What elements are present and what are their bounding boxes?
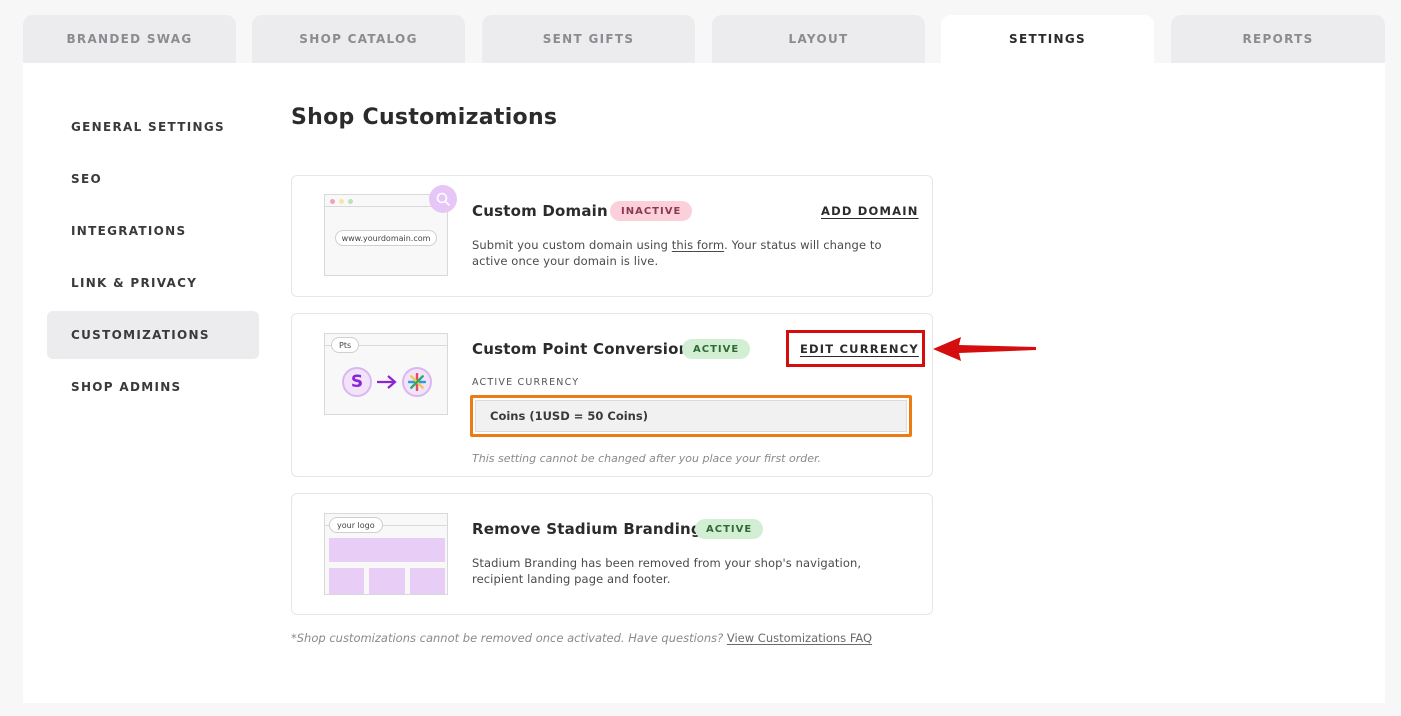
status-badge: ACTIVE (682, 339, 751, 359)
domain-url-pill: www.yourdomain.com (335, 230, 437, 246)
active-currency-label: ACTIVE CURRENCY (472, 377, 580, 388)
branding-title: Remove Stadium Branding (472, 520, 702, 538)
currency-hint: This setting cannot be changed after you… (472, 452, 822, 465)
sidebar-item-link-privacy[interactable]: LINK & PRIVACY (47, 259, 259, 307)
page-title: Shop Customizations (291, 105, 558, 130)
point-conversion-title: Custom Point Conversion (472, 340, 690, 358)
status-badge: ACTIVE (695, 519, 764, 539)
coin-icon (402, 367, 432, 397)
add-domain-link[interactable]: ADD DOMAIN (821, 204, 919, 218)
point-conversion-illustration: Pts S (324, 333, 448, 415)
sidebar-item-integrations[interactable]: INTEGRATIONS (47, 207, 259, 255)
active-currency-field: Coins (1USD = 50 Coins) (475, 400, 907, 432)
search-icon (429, 185, 457, 213)
top-tabs: BRANDED SWAG SHOP CATALOG SENT GIFTS LAY… (23, 15, 1385, 63)
settings-panel: GENERAL SETTINGS SEO INTEGRATIONS LINK &… (23, 63, 1385, 703)
tab-branded-swag[interactable]: BRANDED SWAG (23, 15, 236, 63)
banner-block (329, 538, 445, 562)
tile-block (369, 568, 405, 594)
custom-domain-card: www.yourdomain.com Custom Domain INACTIV… (291, 175, 933, 297)
tab-shop-catalog[interactable]: SHOP CATALOG (252, 15, 465, 63)
status-badge: INACTIVE (610, 201, 693, 221)
this-form-link[interactable]: this form (672, 238, 724, 252)
custom-domain-description: Submit you custom domain using this form… (472, 238, 882, 268)
domain-illustration: www.yourdomain.com (324, 185, 457, 276)
tab-layout[interactable]: LAYOUT (712, 15, 925, 63)
sidebar-item-general-settings[interactable]: GENERAL SETTINGS (47, 103, 259, 151)
branding-description: Stadium Branding has been removed from y… (472, 556, 862, 586)
edit-currency-highlight (786, 330, 925, 367)
footer-note: *Shop customizations cannot be removed o… (291, 631, 873, 645)
tab-sent-gifts[interactable]: SENT GIFTS (482, 15, 695, 63)
arrow-left-icon (933, 337, 1036, 361)
sidebar-item-seo[interactable]: SEO (47, 155, 259, 203)
custom-domain-title: Custom Domain (472, 202, 608, 220)
sidebar-item-shop-admins[interactable]: SHOP ADMINS (47, 363, 259, 411)
branding-card: your logo Remove Stadium Branding ACTIVE… (291, 493, 933, 615)
view-faq-link[interactable]: View Customizations FAQ (727, 631, 872, 645)
sidebar-item-customizations[interactable]: CUSTOMIZATIONS (47, 311, 259, 359)
active-currency-highlight: Coins (1USD = 50 Coins) (470, 395, 912, 437)
tile-block (329, 568, 364, 594)
tab-settings[interactable]: SETTINGS (941, 15, 1154, 63)
tab-reports[interactable]: REPORTS (1171, 15, 1385, 63)
branding-illustration: your logo (324, 513, 448, 595)
tile-block (410, 568, 445, 594)
pts-tag: Pts (331, 337, 360, 353)
stadium-s-icon: S (342, 367, 372, 397)
arrow-right-icon (377, 375, 397, 389)
your-logo-tag: your logo (329, 517, 383, 533)
